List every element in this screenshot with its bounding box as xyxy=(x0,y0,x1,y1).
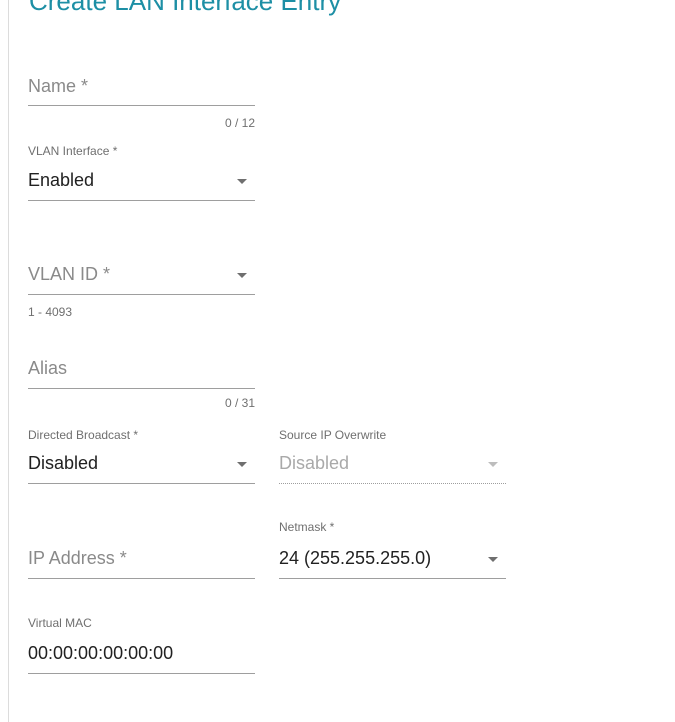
alias-input-placeholder: Alias xyxy=(28,358,68,378)
netmask-underline xyxy=(279,578,506,579)
vlan-interface-underline xyxy=(28,200,255,201)
virtual-mac-field[interactable]: Virtual MAC 00:00:00:00:00:00 xyxy=(28,616,255,676)
netmask-label: Netmask * xyxy=(279,520,335,534)
vlan-id-range-hint: 1 - 4093 xyxy=(28,305,73,319)
alias-char-counter: 0 / 31 xyxy=(224,396,255,410)
dialog-title: Create LAN Interface Entry xyxy=(29,0,342,16)
chevron-down-icon xyxy=(237,179,247,184)
chevron-down-icon xyxy=(237,462,247,467)
directed-broadcast-underline xyxy=(28,483,255,484)
virtual-mac-value: 00:00:00:00:00:00 xyxy=(28,643,174,663)
directed-broadcast-label: Directed Broadcast * xyxy=(28,428,139,442)
name-underline xyxy=(28,105,255,106)
ip-address-field[interactable]: IP Address * xyxy=(28,544,255,580)
vlan-id-select[interactable]: VLAN ID * 1 - 4093 xyxy=(28,260,255,320)
source-ip-overwrite-value: Disabled xyxy=(279,453,350,473)
chevron-down-icon xyxy=(488,557,498,562)
alias-underline xyxy=(28,388,255,389)
netmask-select[interactable]: Netmask * 24 (255.255.255.0) xyxy=(279,520,506,580)
netmask-value: 24 (255.255.255.0) xyxy=(279,548,432,568)
virtual-mac-label: Virtual MAC xyxy=(28,616,92,630)
ip-address-underline xyxy=(28,578,255,579)
vlan-id-placeholder: VLAN ID * xyxy=(28,264,111,284)
ip-address-input-placeholder: IP Address * xyxy=(28,548,127,568)
alias-field[interactable]: Alias 0 / 31 xyxy=(28,354,255,416)
name-char-counter: 0 / 12 xyxy=(224,116,255,130)
name-input-placeholder: Name * xyxy=(28,76,89,96)
directed-broadcast-value: Disabled xyxy=(28,453,99,473)
vlan-interface-select[interactable]: VLAN Interface * Enabled xyxy=(28,144,255,204)
source-ip-overwrite-select: Source IP Overwrite Disabled xyxy=(279,428,506,488)
directed-broadcast-select[interactable]: Directed Broadcast * Disabled xyxy=(28,428,255,488)
chevron-down-icon xyxy=(488,462,498,467)
source-ip-overwrite-label: Source IP Overwrite xyxy=(279,428,387,442)
vlan-interface-label: VLAN Interface * xyxy=(28,144,118,158)
page: Create LAN Interface Entry Name * 0 / 12… xyxy=(0,0,675,722)
name-field[interactable]: Name * 0 / 12 xyxy=(28,72,255,134)
chevron-down-icon xyxy=(237,273,247,278)
source-ip-overwrite-underline xyxy=(279,482,506,484)
vlan-id-underline xyxy=(28,294,255,295)
virtual-mac-underline xyxy=(28,673,255,674)
vlan-interface-value: Enabled xyxy=(28,170,95,190)
